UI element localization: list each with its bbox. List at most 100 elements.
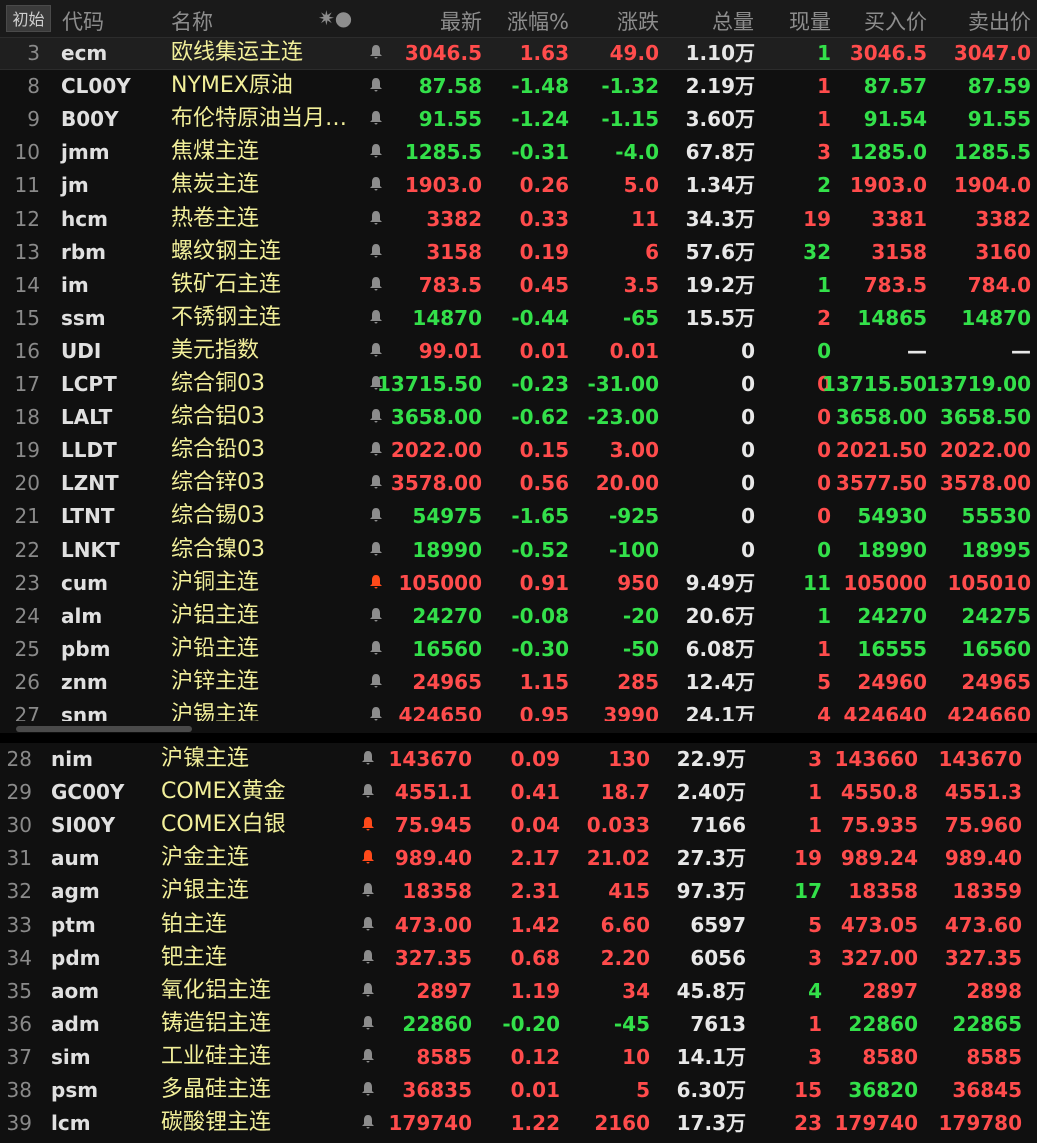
- table-row[interactable]: 38 psm 多晶硅主连 36835 0.01 5 6.30万 15 36820 36845: [0, 1074, 1037, 1107]
- bell-icon[interactable]: [369, 540, 383, 566]
- price-cell: 4551.1: [394, 780, 472, 805]
- change-cell: -23.00: [587, 405, 659, 430]
- table-row[interactable]: 29 GC00Y COMEX黄金 4551.1 0.41 18.7 2.40万 1 4550.8…: [0, 776, 1037, 809]
- price-cell: 14870: [412, 305, 482, 330]
- bell-icon[interactable]: [361, 1113, 375, 1139]
- bell-icon[interactable]: [369, 606, 383, 632]
- ask-cell: 91.55: [967, 107, 1031, 132]
- bell-icon[interactable]: [369, 308, 383, 334]
- header-price[interactable]: 最新: [440, 6, 482, 36]
- bell-icon[interactable]: [361, 881, 375, 907]
- table-row[interactable]: 18 LALT 综合铝03 3658.00 -0.62 -23.00 0 0 3658.00 36…: [0, 401, 1037, 434]
- change-pct-cell: -0.20: [502, 1011, 560, 1036]
- header-current-volume[interactable]: 现量: [789, 6, 831, 36]
- bell-icon[interactable]: [369, 407, 383, 433]
- column-settings-icon[interactable]: ✷●: [318, 6, 352, 30]
- table-row[interactable]: 23 cum 沪铜主连 105000 0.91 950 9.49万 11 105000 10501…: [0, 567, 1037, 600]
- table-row[interactable]: 37 sim 工业硅主连 8585 0.12 10 14.1万 3 8580 8585: [0, 1041, 1037, 1074]
- change-pct-cell: 0.01: [510, 1078, 560, 1102]
- row-number: 25: [14, 636, 40, 661]
- table-row[interactable]: 3 ecm 欧线集运主连 3046.5 1.63 49.0 1.10万 1 3046.5 3047…: [0, 37, 1037, 70]
- bell-icon[interactable]: [361, 948, 375, 974]
- change-cell: 2160: [594, 1111, 650, 1136]
- name-cell: 热卷主连: [171, 205, 260, 231]
- bell-icon[interactable]: [369, 76, 383, 102]
- header-bid[interactable]: 买入价: [864, 6, 927, 36]
- change-cell: -1.32: [601, 74, 659, 99]
- bell-icon[interactable]: [361, 815, 375, 841]
- bell-icon[interactable]: [369, 440, 383, 466]
- code-cell: adm: [51, 1011, 100, 1036]
- table-row[interactable]: 30 SI00Y COMEX白银 75.945 0.04 0.033 7166 1 75.935…: [0, 809, 1037, 842]
- table-row[interactable]: 20 LZNT 综合锌03 3578.00 0.56 20.00 0 0 3577.50 3578…: [0, 467, 1037, 500]
- bell-icon[interactable]: [369, 175, 383, 201]
- header-change[interactable]: 涨跌: [617, 6, 659, 36]
- row-number: 13: [14, 239, 40, 264]
- table-row[interactable]: 24 alm 沪铝主连 24270 -0.08 -20 20.6万 1 24270 24275: [0, 600, 1037, 633]
- table-row[interactable]: 22 LNKT 综合镍03 18990 -0.52 -100 0 0 18990 18995: [0, 534, 1037, 567]
- table-row[interactable]: 19 LLDT 综合铅03 2022.00 0.15 3.00 0 0 2021.50 2022.…: [0, 434, 1037, 467]
- bell-icon[interactable]: [369, 573, 383, 599]
- bell-icon[interactable]: [369, 374, 383, 400]
- bell-icon[interactable]: [369, 43, 383, 69]
- table-row[interactable]: 32 agm 沪银主连 18358 2.31 415 97.3万 17 18358 18359: [0, 875, 1037, 908]
- table-row[interactable]: 31 aum 沪金主连 989.40 2.17 21.02 27.3万 19 989.24 989…: [0, 842, 1037, 875]
- table-row[interactable]: 26 znm 沪锌主连 24965 1.15 285 12.4万 5 24960 24965: [0, 666, 1037, 699]
- table-row[interactable]: 11 jm 焦炭主连 1903.0 0.26 5.0 1.34万 2 1903.0 1904.0: [0, 169, 1037, 202]
- volume-cell: 7166: [690, 813, 746, 838]
- table-row[interactable]: 8 CL00Y NYMEX原油 87.58 -1.48 -1.32 2.19万 1 87.57 8…: [0, 70, 1037, 103]
- table-row[interactable]: 35 aom 氧化铝主连 2897 1.19 34 45.8万 4 2897 2898: [0, 975, 1037, 1008]
- table-row[interactable]: 17 LCPT 综合铜03 13715.50 -0.23 -31.00 0 0 13715.50…: [0, 368, 1037, 401]
- table-row[interactable]: 34 pdm 钯主连 327.35 0.68 2.20 6056 3 327.00 327.35: [0, 942, 1037, 975]
- bid-cell: 179740: [834, 1111, 919, 1136]
- row-number: 10: [14, 140, 40, 165]
- init-button[interactable]: 初始: [6, 5, 51, 32]
- bell-icon[interactable]: [361, 749, 375, 775]
- current-volume-cell: 1: [817, 74, 831, 99]
- change-pct-cell: -0.30: [511, 636, 569, 661]
- table-row[interactable]: 21 LTNT 综合锡03 54975 -1.65 -925 0 0 54930 55530: [0, 500, 1037, 533]
- table-row[interactable]: 13 rbm 螺纹钢主连 3158 0.19 6 57.6万 32 3158 3160: [0, 236, 1037, 269]
- price-cell: 3382: [426, 206, 482, 231]
- bell-icon[interactable]: [361, 981, 375, 1007]
- bell-icon[interactable]: [369, 242, 383, 268]
- bell-icon[interactable]: [361, 915, 375, 941]
- bell-icon[interactable]: [369, 506, 383, 532]
- header-volume[interactable]: 总量: [712, 6, 754, 36]
- bell-icon[interactable]: [361, 848, 375, 874]
- bell-icon[interactable]: [369, 341, 383, 367]
- bell-icon[interactable]: [361, 1047, 375, 1073]
- ask-cell: 3578.00: [939, 471, 1031, 496]
- table-row[interactable]: 39 lcm 碳酸锂主连 179740 1.22 2160 17.3万 23 179740 179…: [0, 1107, 1037, 1140]
- header-code[interactable]: 代码: [62, 6, 104, 36]
- bell-icon[interactable]: [369, 473, 383, 499]
- bell-icon[interactable]: [369, 275, 383, 301]
- table-row[interactable]: 9 B00Y 布伦特原油当月… 91.55 -1.24 -1.15 3.60万 1 91.54 9…: [0, 103, 1037, 136]
- header-change-pct[interactable]: 涨幅%: [507, 6, 569, 36]
- header-name[interactable]: 名称: [171, 6, 213, 36]
- table-row[interactable]: 28 nim 沪镍主连 143670 0.09 130 22.9万 3 143660 143670: [0, 743, 1037, 776]
- bell-icon[interactable]: [369, 209, 383, 235]
- table-row[interactable]: 15 ssm 不锈钢主连 14870 -0.44 -65 15.5万 2 14865 14870: [0, 302, 1037, 335]
- change-pct-cell: -0.31: [511, 140, 569, 165]
- bell-icon[interactable]: [369, 142, 383, 168]
- scrollbar-thumb[interactable]: [16, 726, 192, 732]
- table-row[interactable]: 25 pbm 沪铅主连 16560 -0.30 -50 6.08万 1 16555 16560: [0, 633, 1037, 666]
- table-row[interactable]: 36 adm 铸造铝主连 22860 -0.20 -45 7613 1 22860 22865: [0, 1008, 1037, 1041]
- table-row[interactable]: 16 UDI 美元指数 99.01 0.01 0.01 0 0 — —: [0, 335, 1037, 368]
- code-cell: GC00Y: [51, 780, 125, 805]
- table-row[interactable]: 33 ptm 铂主连 473.00 1.42 6.60 6597 5 473.05 473.60: [0, 909, 1037, 942]
- table-row[interactable]: 12 hcm 热卷主连 3382 0.33 11 34.3万 19 3381 3382: [0, 203, 1037, 236]
- bell-icon[interactable]: [361, 782, 375, 808]
- bid-cell: 14865: [857, 305, 927, 330]
- bid-cell: 989.24: [840, 846, 918, 871]
- bell-icon[interactable]: [361, 1014, 375, 1040]
- bell-icon[interactable]: [369, 109, 383, 135]
- table-row[interactable]: 14 im 铁矿石主连 783.5 0.45 3.5 19.2万 1 783.5 784.0: [0, 269, 1037, 302]
- table-row[interactable]: 10 jmm 焦煤主连 1285.5 -0.31 -4.0 67.8万 3 1285.0 1285…: [0, 136, 1037, 169]
- bell-icon[interactable]: [369, 672, 383, 698]
- change-pct-cell: 0.91: [519, 570, 569, 595]
- bell-icon[interactable]: [361, 1080, 375, 1106]
- bell-icon[interactable]: [369, 639, 383, 665]
- header-ask[interactable]: 卖出价: [968, 6, 1031, 36]
